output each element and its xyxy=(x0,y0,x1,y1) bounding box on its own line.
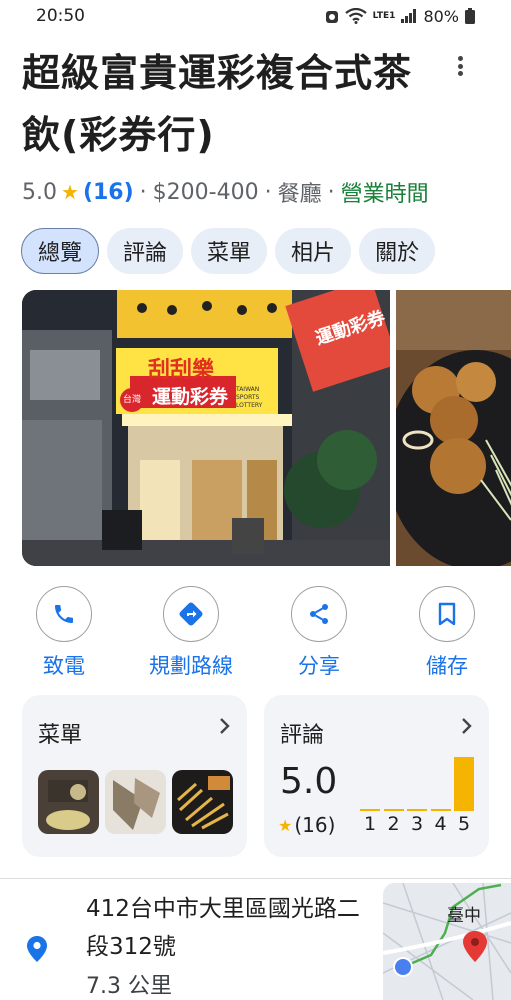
status-time: 20:50 xyxy=(36,6,85,26)
tab-bar: 總覽 評論 菜單 相片 關於 xyxy=(21,228,436,274)
distance-text: 7.3 公里 xyxy=(86,974,172,999)
menu-card[interactable]: 菜單 xyxy=(22,695,247,857)
rating-bar-2 xyxy=(383,809,404,811)
location-pin-icon xyxy=(27,936,47,962)
action-row: 致電 規劃路線 分享 儲存 xyxy=(0,586,511,686)
food-photo[interactable] xyxy=(396,290,511,566)
tab-about[interactable]: 關於 xyxy=(359,228,436,274)
call-button[interactable]: 致電 xyxy=(9,586,119,680)
star-icon: ★ xyxy=(278,815,293,835)
battery-icon xyxy=(465,8,475,24)
place-title: 超級富貴運彩複合式茶飲(彩券行) xyxy=(22,51,413,157)
separator: · xyxy=(139,179,147,205)
save-button[interactable]: 儲存 xyxy=(392,586,502,680)
wifi-icon xyxy=(344,8,367,24)
rating-bar-label: 3 xyxy=(410,813,424,835)
rating-bar-label: 5 xyxy=(457,813,471,835)
rating-bar-label: 4 xyxy=(434,813,447,835)
separator: · xyxy=(327,179,335,205)
rating-labels: 12345 xyxy=(360,813,476,837)
chevron-right-icon[interactable] xyxy=(461,717,473,735)
directions-icon[interactable] xyxy=(163,586,219,642)
address-text[interactable]: 412台中市大里區國光路二段312號 xyxy=(86,890,366,966)
status-icons: LTE1 80% xyxy=(325,7,475,26)
call-label: 致電 xyxy=(43,654,85,678)
tab-reviews[interactable]: 評論 xyxy=(107,228,184,274)
sign-scratch-card: 刮刮樂 xyxy=(148,358,215,383)
share-icon[interactable] xyxy=(291,586,347,642)
menu-thumbnail[interactable] xyxy=(105,770,166,834)
directions-label: 規劃路線 xyxy=(149,654,233,678)
rating-distribution xyxy=(360,755,476,811)
save-label: 儲存 xyxy=(426,654,468,678)
sign-english: TAIWAN SPORTS LOTTERY xyxy=(236,386,263,409)
battery-level: 80% xyxy=(423,6,459,26)
more-options-icon[interactable] xyxy=(448,52,472,80)
rating-bar-5 xyxy=(454,757,474,811)
reviews-count: ★ (16) xyxy=(278,813,335,837)
tab-photos[interactable]: 相片 xyxy=(275,228,352,274)
rating-bar-label: 1 xyxy=(363,813,377,835)
map-city-label: 臺中 xyxy=(447,906,481,926)
review-count-link[interactable]: (16) xyxy=(83,180,134,205)
menu-thumbnail[interactable] xyxy=(172,770,233,834)
average-rating: 5.0 xyxy=(280,761,338,802)
place-category: 餐廳 xyxy=(277,182,322,207)
rating-bar-1 xyxy=(360,809,380,811)
share-button[interactable]: 分享 xyxy=(264,586,374,680)
status-bar: 20:50 LTE1 80% xyxy=(0,0,511,32)
rating-bar-label: 2 xyxy=(387,813,400,835)
directions-button[interactable]: 規劃路線 xyxy=(136,586,246,680)
share-label: 分享 xyxy=(298,654,340,678)
tab-menu[interactable]: 菜單 xyxy=(191,228,268,274)
rating-bar-3 xyxy=(407,809,427,811)
menu-thumbnails xyxy=(38,770,233,834)
tab-overview[interactable]: 總覽 xyxy=(21,228,100,274)
chevron-right-icon[interactable] xyxy=(219,717,231,735)
network-type: LTE1 xyxy=(372,11,396,21)
section-divider xyxy=(0,878,511,879)
signal-icon xyxy=(401,9,417,23)
bookmark-icon[interactable] xyxy=(419,586,475,642)
storefront-photo[interactable]: 刮刮樂 台灣 運動彩券 TAIWAN SPORTS LOTTERY 運動彩券 xyxy=(22,290,390,566)
star-icon: ★ xyxy=(61,180,79,204)
reviews-card[interactable]: 評論 5.0 ★ (16) 12345 xyxy=(264,695,489,857)
sign-logo: 台灣 xyxy=(120,388,144,412)
phone-icon[interactable] xyxy=(36,586,92,642)
price-range: $200-400 xyxy=(152,179,259,205)
reviews-card-title: 評論 xyxy=(280,723,325,748)
place-meta: 5.0 ★ (16) · $200-400 · 餐廳 · 營業時間 xyxy=(22,176,429,208)
menu-card-title: 菜單 xyxy=(38,723,83,748)
menu-thumbnail[interactable] xyxy=(38,770,99,834)
alarm-icon xyxy=(325,11,338,23)
separator: · xyxy=(264,179,272,205)
reviews-count-value: (16) xyxy=(294,813,336,837)
photo-carousel[interactable]: 刮刮樂 台灣 運動彩券 TAIWAN SPORTS LOTTERY 運動彩券 xyxy=(22,290,511,566)
opening-hours-link[interactable]: 營業時間 xyxy=(341,176,429,208)
map-thumbnail[interactable]: 臺中 xyxy=(383,883,511,1000)
sign-sports-lottery: 運動彩券 xyxy=(152,386,229,408)
rating-bar-4 xyxy=(430,809,451,811)
rating-value: 5.0 xyxy=(22,179,57,205)
